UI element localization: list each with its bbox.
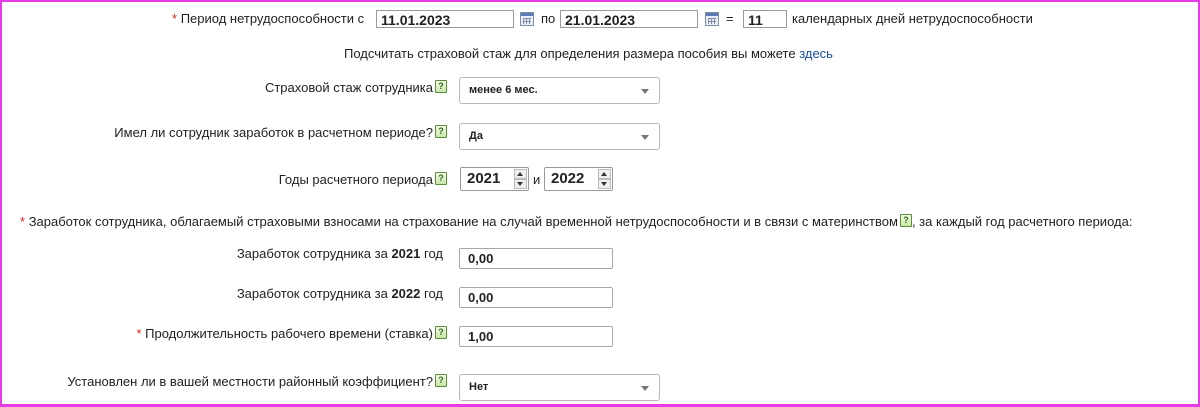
earnings-year1-label: Заработок сотрудника за 2021 год: [237, 246, 443, 261]
frame-top-border: [0, 0, 1200, 2]
years-and-label: и: [533, 172, 541, 187]
earnings-year2-suffix: год: [424, 286, 443, 301]
had-earnings-label: Имел ли сотрудник заработок в расчетном …: [114, 125, 447, 140]
insurance-stazh-select[interactable]: менее 6 мес.: [459, 77, 660, 104]
earnings-year2-input[interactable]: 0,00: [459, 287, 613, 308]
regional-coef-label: Установлен ли в вашей местности районный…: [67, 374, 447, 389]
insurance-stazh-value: менее 6 мес.: [469, 84, 538, 96]
period-label: * Период нетрудоспособности с: [172, 11, 364, 26]
required-mark: *: [172, 11, 178, 26]
earnings-heading-suffix: , за каждый год расчетного периода:: [911, 214, 1133, 229]
calc-years-label: Годы расчетного периода?: [279, 172, 447, 187]
year2-spinner[interactable]: 2022: [544, 167, 613, 191]
year1-spinner[interactable]: 2021: [460, 167, 529, 191]
period-label-text: Период нетрудоспособности с: [180, 11, 365, 26]
insurance-stazh-label-text: Страховой стаж сотрудника: [264, 80, 433, 95]
period-days-suffix: календарных дней нетрудоспособности: [792, 11, 1033, 26]
earnings-year1-suffix: год: [424, 246, 443, 261]
insurance-stazh-label: Страховой стаж сотрудника?: [265, 80, 447, 95]
chevron-down-icon: [641, 386, 649, 391]
required-mark: *: [136, 326, 142, 341]
spin-up-icon[interactable]: [514, 169, 527, 179]
earnings-heading: * Заработок сотрудника, облагаемый страх…: [20, 214, 1132, 229]
earnings-heading-text: Заработок сотрудника, облагаемый страхов…: [28, 214, 898, 229]
earnings-year1-prefix: Заработок сотрудника за: [236, 246, 388, 261]
spin-down-icon[interactable]: [514, 179, 527, 189]
period-from-input[interactable]: 11.01.2023: [376, 10, 514, 28]
regional-coef-label-text: Установлен ли в вашей местности районный…: [67, 374, 433, 389]
period-to-input[interactable]: 21.01.2023: [560, 10, 698, 28]
work-time-label: * Продолжительность рабочего времени (ст…: [136, 326, 447, 341]
calc-years-label-text: Годы расчетного периода: [278, 172, 433, 187]
calendar-from-icon[interactable]: [520, 12, 534, 26]
help-icon[interactable]: ?: [435, 172, 447, 185]
earnings-year2-label: Заработок сотрудника за 2022 год: [237, 286, 443, 301]
earnings-year1-year: 2021: [391, 246, 421, 261]
help-icon[interactable]: ?: [435, 125, 447, 138]
had-earnings-value: Да: [469, 130, 483, 142]
had-earnings-select[interactable]: Да: [459, 123, 660, 150]
year2-spin-buttons: [598, 169, 611, 189]
stazh-calc-link[interactable]: здесь: [799, 46, 833, 61]
frame-left-border: [0, 0, 2, 407]
period-days-field: 11: [743, 10, 787, 28]
spin-down-icon[interactable]: [598, 179, 611, 189]
help-icon[interactable]: ?: [435, 326, 447, 339]
spin-up-icon[interactable]: [598, 169, 611, 179]
help-icon[interactable]: ?: [435, 374, 447, 387]
regional-coef-value: Нет: [469, 381, 489, 393]
regional-coef-select[interactable]: Нет: [459, 374, 660, 401]
had-earnings-label-text: Имел ли сотрудник заработок в расчетном …: [114, 125, 433, 140]
stazh-note: Подсчитать страховой стаж для определени…: [344, 46, 833, 61]
help-icon[interactable]: ?: [899, 214, 912, 227]
work-time-label-text: Продолжительность рабочего времени (став…: [145, 326, 433, 341]
earnings-year1-input[interactable]: 0,00: [459, 248, 613, 269]
stazh-note-text: Подсчитать страховой стаж для определени…: [344, 46, 796, 61]
chevron-down-icon: [641, 89, 649, 94]
equals-sign: =: [726, 11, 734, 26]
earnings-year2-prefix: Заработок сотрудника за: [236, 286, 388, 301]
work-time-input[interactable]: 1,00: [459, 326, 613, 347]
required-mark: *: [20, 214, 26, 229]
year2-value: 2022: [551, 170, 585, 187]
help-icon[interactable]: ?: [435, 80, 447, 93]
calendar-to-icon[interactable]: [705, 12, 719, 26]
period-to-label: по: [541, 11, 556, 26]
year1-value: 2021: [467, 170, 501, 187]
chevron-down-icon: [641, 135, 649, 140]
earnings-year2-year: 2022: [391, 286, 421, 301]
year1-spin-buttons: [514, 169, 527, 189]
